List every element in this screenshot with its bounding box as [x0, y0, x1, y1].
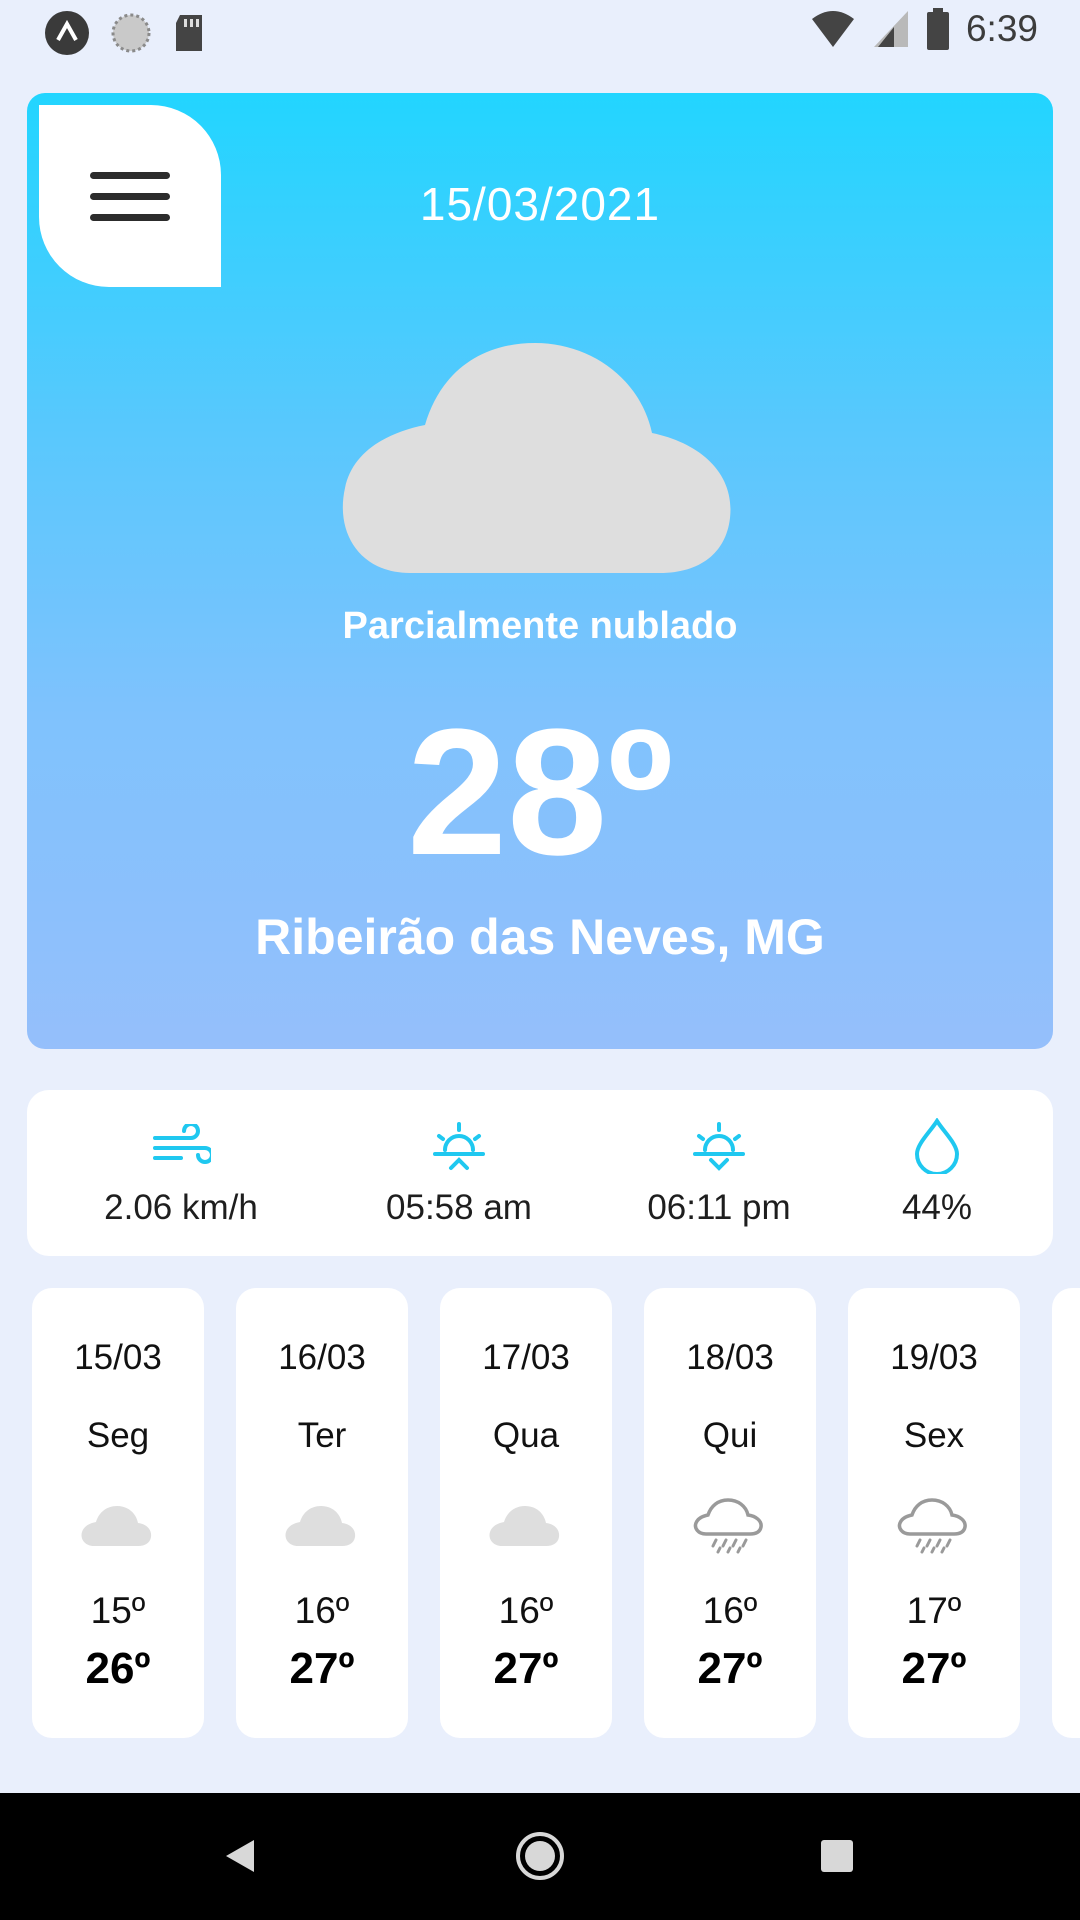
cloud-icon — [342, 343, 731, 573]
forecast-date: 19/03 — [890, 1338, 978, 1377]
forecast-day-card[interactable]: 15/03 Seg 15º 26º — [32, 1288, 204, 1738]
signal-icon — [873, 11, 908, 47]
weather-description: Parcialmente nublado — [342, 605, 738, 647]
system-nav-bar — [0, 1793, 1080, 1920]
forecast-min-temp: 17º — [906, 1590, 962, 1631]
forecast-min-temp: 15º — [90, 1590, 146, 1631]
recents-square-icon — [821, 1840, 853, 1872]
forecast-day-card[interactable]: 19/03 Sex 17º 27º — [848, 1288, 1020, 1738]
forecast-weekday: Qua — [492, 1416, 560, 1455]
weather-stats-card: 2.06 km/h 05:58 am 06:11 pm 44% — [27, 1090, 1053, 1256]
sd-card-icon — [176, 15, 202, 51]
app-a-icon — [45, 11, 89, 55]
city-name: Ribeirão das Neves, MG — [255, 909, 825, 965]
wifi-icon — [811, 11, 854, 47]
forecast-weekday: Qui — [702, 1416, 758, 1455]
sunrise-icon — [433, 1122, 485, 1170]
forecast-weekday: Seg — [86, 1416, 150, 1455]
humidity-drop-icon — [914, 1118, 960, 1174]
weather-screen: 6:39 15/03/2021 Parcialmente nublado 28º… — [0, 0, 1080, 1920]
sunrise-value: 05:58 am — [386, 1188, 532, 1227]
sunset-value: 06:11 pm — [647, 1188, 791, 1227]
recents-button[interactable] — [797, 1823, 877, 1889]
forecast-max-temp: 27º — [493, 1644, 559, 1693]
forecast-day-card-partial[interactable] — [1052, 1288, 1080, 1738]
wind-icon — [153, 1124, 211, 1164]
forecast-day-card[interactable]: 18/03 Qui 16º 27º — [644, 1288, 816, 1738]
cloud-icon — [285, 1506, 356, 1546]
forecast-date: 17/03 — [482, 1338, 570, 1377]
forecast-weekday: Ter — [297, 1416, 347, 1455]
forecast-min-temp: 16º — [498, 1590, 554, 1631]
home-circle-icon — [516, 1832, 564, 1880]
forecast-max-temp: 26º — [85, 1644, 151, 1693]
rain-cloud-icon — [897, 1498, 967, 1554]
forecast-max-temp: 27º — [697, 1644, 763, 1693]
sunrise-stat: 05:58 am — [349, 1118, 569, 1228]
back-triangle-icon — [226, 1840, 254, 1872]
current-weather-card: 15/03/2021 Parcialmente nublado 28º Ribe… — [27, 93, 1053, 1049]
forecast-max-temp: 27º — [901, 1644, 967, 1693]
current-temperature: 28º — [407, 692, 673, 893]
forecast-date: 16/03 — [278, 1338, 366, 1377]
wind-stat: 2.06 km/h — [71, 1118, 291, 1228]
forecast-list[interactable]: 15/03 Seg 15º 26º 16/03 Ter 16º 27º 17/0… — [0, 1288, 1080, 1740]
wind-speed-value: 2.06 km/h — [104, 1188, 258, 1227]
status-bar: 6:39 — [0, 0, 1080, 64]
sunset-stat: 06:11 pm — [609, 1118, 829, 1228]
rain-cloud-icon — [693, 1498, 763, 1554]
sunset-icon — [693, 1122, 745, 1171]
battery-icon — [926, 8, 949, 50]
forecast-day-card[interactable]: 16/03 Ter 16º 27º — [236, 1288, 408, 1738]
humidity-stat: 44% — [827, 1118, 1047, 1228]
cloud-icon — [81, 1506, 152, 1546]
humidity-value: 44% — [901, 1188, 973, 1227]
sync-circle-icon — [111, 13, 151, 53]
forecast-date: 18/03 — [686, 1338, 774, 1377]
forecast-date: 15/03 — [74, 1338, 162, 1377]
home-button[interactable] — [500, 1823, 580, 1889]
forecast-day-card[interactable]: 17/03 Qua 16º 27º — [440, 1288, 612, 1738]
status-time: 6:39 — [965, 8, 1038, 49]
forecast-min-temp: 16º — [294, 1590, 350, 1631]
forecast-max-temp: 27º — [289, 1644, 355, 1693]
current-date: 15/03/2021 — [419, 178, 661, 230]
cloud-icon — [489, 1506, 560, 1546]
back-button[interactable] — [200, 1823, 280, 1889]
forecast-min-temp: 16º — [702, 1590, 758, 1631]
forecast-weekday: Sex — [903, 1416, 965, 1455]
